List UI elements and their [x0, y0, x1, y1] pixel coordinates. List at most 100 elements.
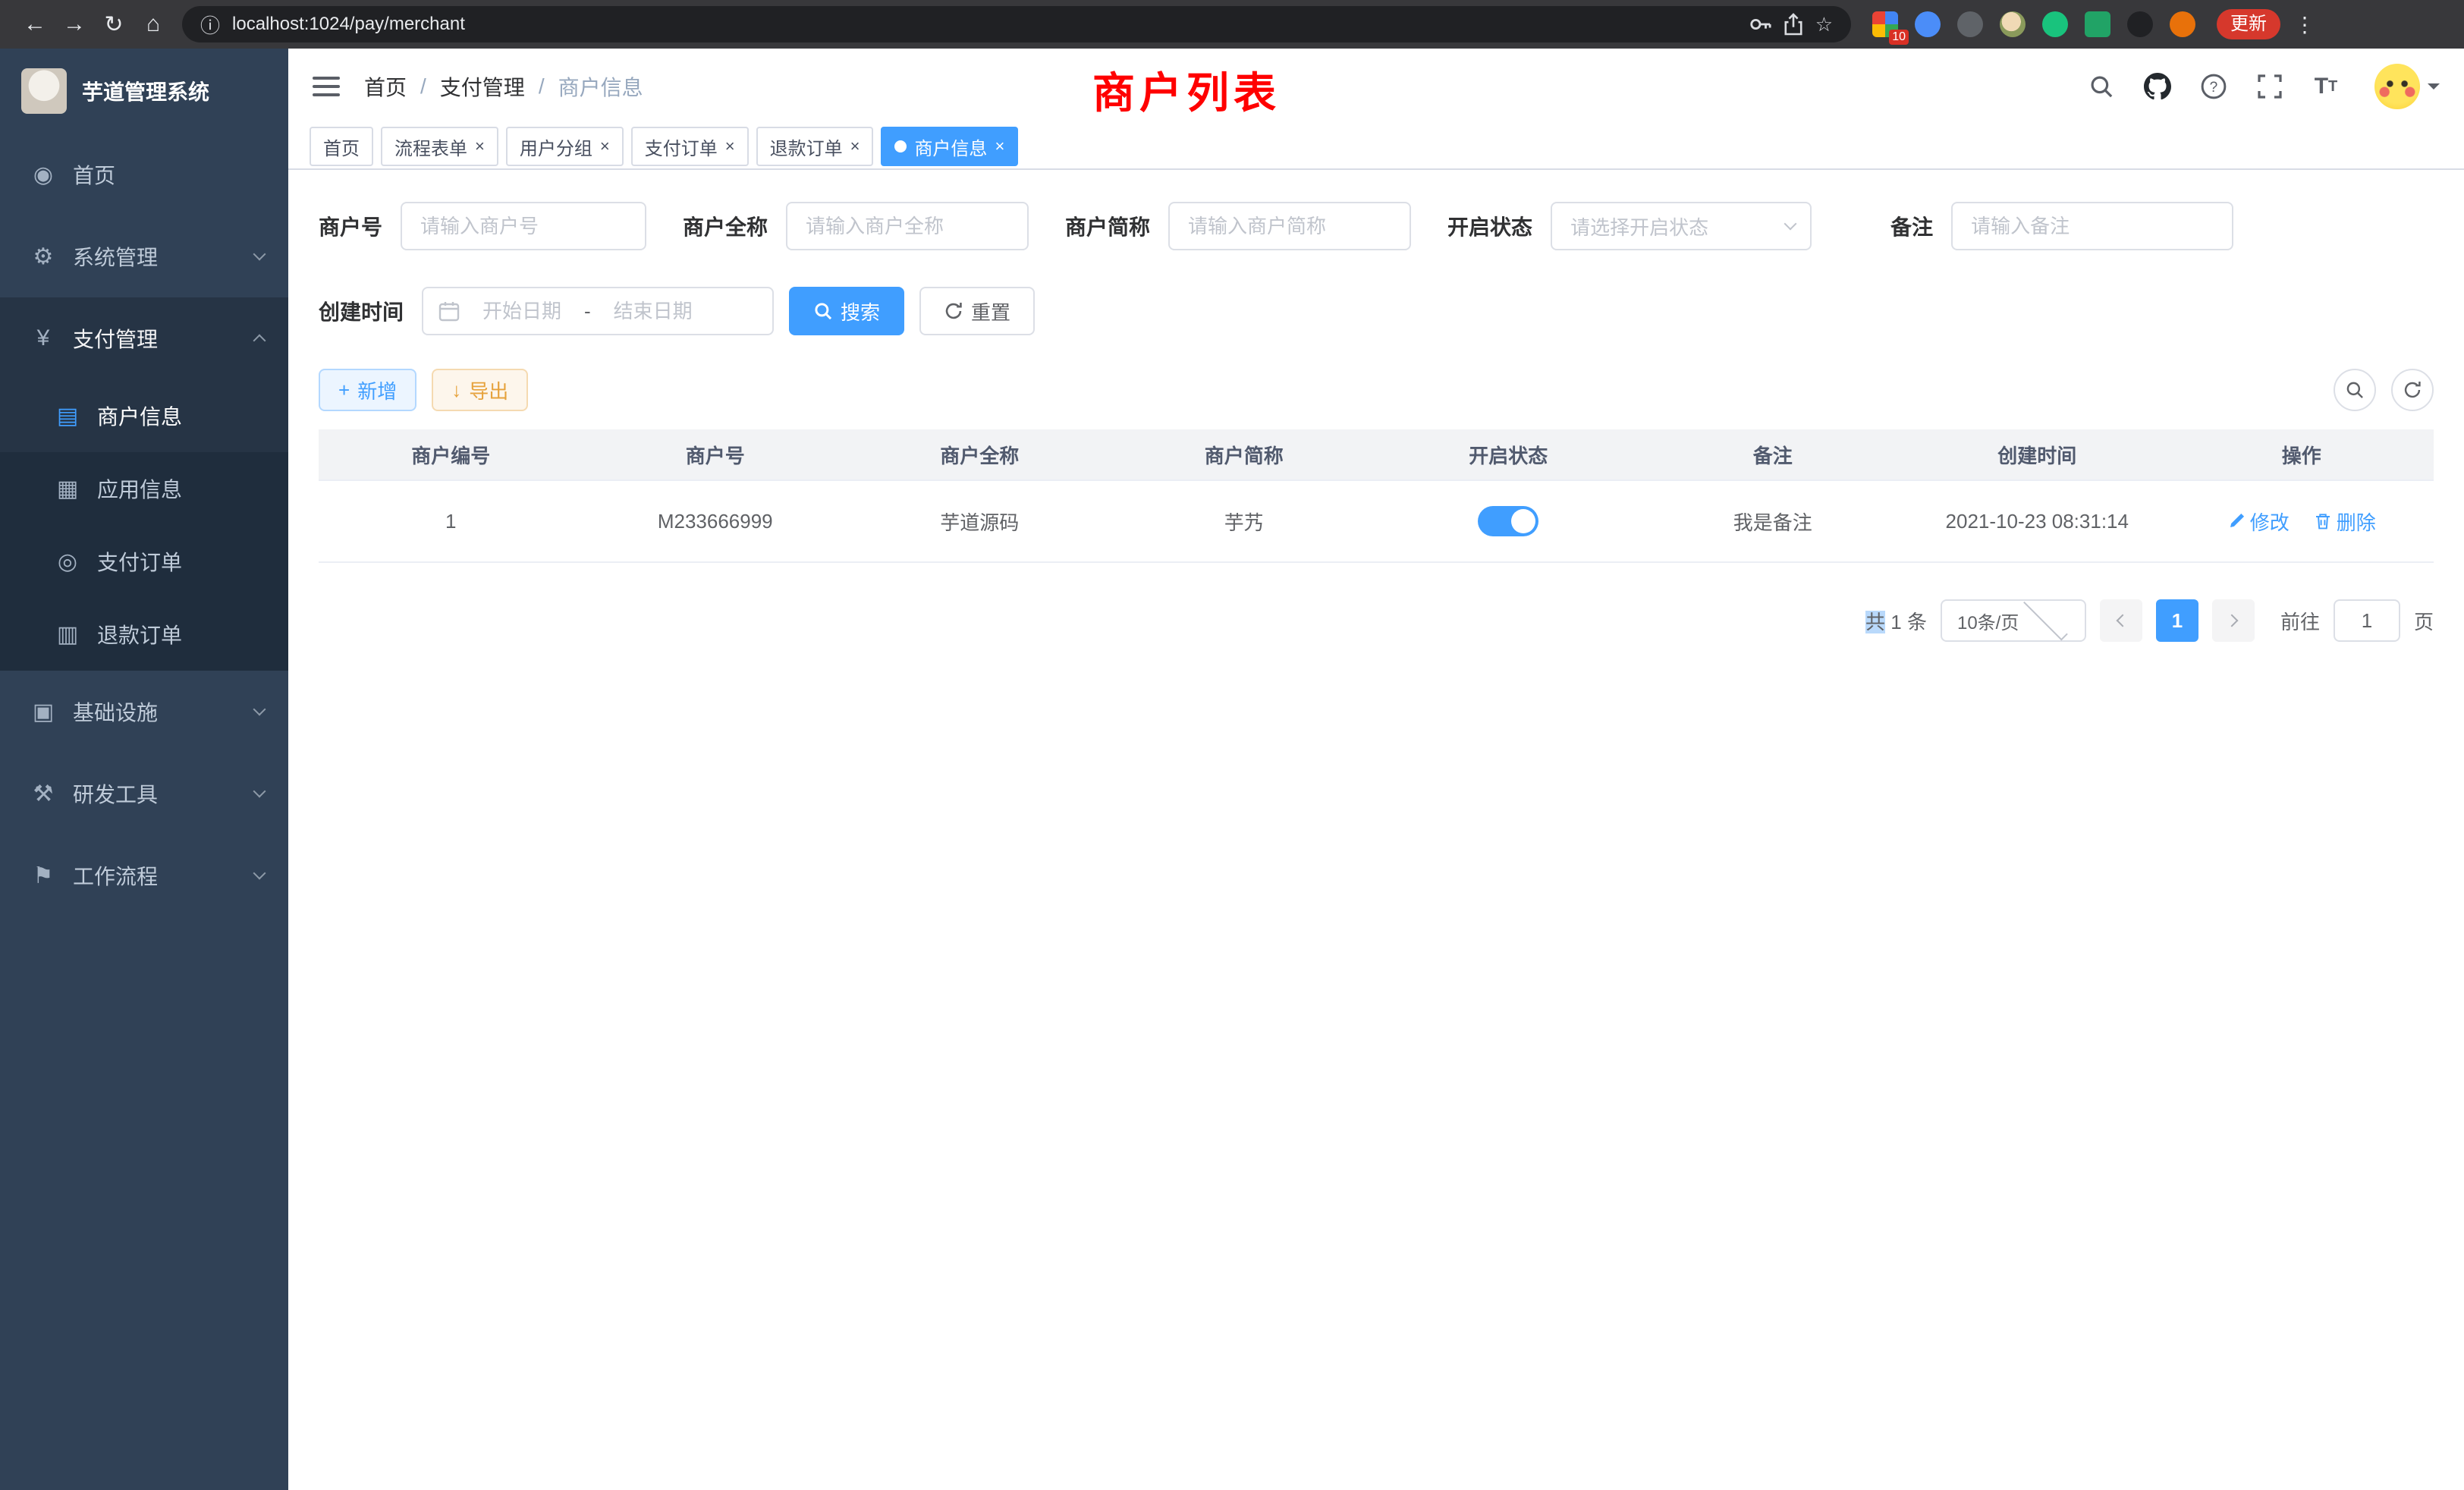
browser-update-button[interactable]: 更新 — [2217, 9, 2280, 39]
reset-button[interactable]: 重置 — [919, 287, 1035, 335]
download-icon: ↓ — [451, 380, 461, 400]
browser-address-bar[interactable]: ⓘ localhost:1024/pay/merchant ☆ — [182, 6, 1851, 42]
browser-forward-button[interactable]: → — [55, 5, 94, 44]
sidebar-item-infrastructure[interactable]: ▣ 基础设施 — [0, 671, 288, 753]
sidebar-item-home[interactable]: ◉ 首页 — [0, 134, 288, 215]
sidebar-item-workflow[interactable]: ⚑ 工作流程 — [0, 835, 288, 916]
share-icon[interactable] — [1784, 13, 1803, 36]
col-header-status: 开启状态 — [1376, 441, 1641, 469]
extension-icon-pin[interactable] — [2127, 11, 2153, 37]
pagination-total-suffix: 条 — [1907, 611, 1927, 633]
col-header-actions: 操作 — [2170, 441, 2434, 469]
sidebar-collapse-icon[interactable] — [313, 77, 340, 96]
sidebar-item-merchant-info[interactable]: ▤ 商户信息 — [0, 379, 288, 452]
close-icon[interactable]: × — [995, 138, 1004, 155]
tab-refund-order[interactable]: 退款订单 × — [756, 127, 874, 166]
table-toolbar: + 新增 ↓ 导出 — [319, 369, 2434, 411]
tab-label: 退款订单 — [770, 134, 843, 160]
calendar-icon — [438, 300, 460, 322]
tab-merchant-info[interactable]: 商户信息 × — [881, 127, 1018, 166]
sidebar-item-app-info[interactable]: ▦ 应用信息 — [0, 452, 288, 525]
browser-reload-button[interactable]: ↻ — [94, 5, 134, 44]
search-button[interactable]: 搜索 — [789, 287, 904, 335]
help-icon[interactable]: ? — [2198, 71, 2229, 102]
tab-home[interactable]: 首页 — [310, 127, 373, 166]
fullscreen-icon[interactable] — [2255, 71, 2285, 102]
tab-user-group[interactable]: 用户分组 × — [506, 127, 624, 166]
user-menu[interactable] — [2374, 64, 2440, 109]
tab-process-form[interactable]: 流程表单 × — [381, 127, 498, 166]
add-button[interactable]: + 新增 — [319, 369, 416, 411]
breadcrumb-home[interactable]: 首页 — [364, 71, 407, 102]
delete-link-label: 删除 — [2337, 508, 2376, 536]
prev-page-button[interactable] — [2100, 599, 2142, 642]
tab-pay-order[interactable]: 支付订单 × — [631, 127, 749, 166]
sidebar-item-payment[interactable]: ¥ 支付管理 — [0, 297, 288, 379]
edit-link[interactable]: 修改 — [2227, 508, 2290, 536]
tab-label: 商户信息 — [914, 134, 987, 160]
full-name-input[interactable] — [786, 202, 1029, 250]
page-number-button[interactable]: 1 — [2156, 599, 2198, 642]
export-button[interactable]: ↓ 导出 — [432, 369, 528, 411]
refresh-button[interactable] — [2391, 369, 2434, 411]
sidebar-item-system[interactable]: ⚙ 系统管理 — [0, 215, 288, 297]
close-icon[interactable]: × — [475, 138, 485, 155]
github-icon[interactable] — [2142, 71, 2173, 102]
sidebar-item-devtools[interactable]: ⚒ 研发工具 — [0, 753, 288, 835]
browser-menu-icon[interactable]: ⋮ — [2294, 12, 2315, 37]
plus-icon: + — [338, 380, 350, 400]
breadcrumb-payment[interactable]: 支付管理 — [440, 71, 525, 102]
bookmark-star-icon[interactable]: ☆ — [1815, 13, 1833, 36]
password-key-icon[interactable] — [1749, 13, 1771, 36]
breadcrumb-separator: / — [539, 74, 545, 99]
close-icon[interactable]: × — [600, 138, 610, 155]
merchant-no-label: 商户号 — [319, 211, 382, 241]
delete-link[interactable]: 删除 — [2314, 508, 2376, 536]
extension-icon-dark-sphere[interactable] — [1957, 11, 1983, 37]
browser-profile-avatar[interactable] — [2170, 11, 2195, 37]
browser-home-button[interactable]: ⌂ — [134, 5, 173, 44]
chevron-down-icon — [2428, 83, 2440, 96]
page-size-select[interactable]: 10条/页 — [1941, 599, 2086, 642]
extension-icon-green-square[interactable] — [2085, 11, 2110, 37]
remark-input[interactable] — [1951, 202, 2233, 250]
sidebar-item-refund-order[interactable]: ▥ 退款订单 — [0, 598, 288, 671]
merchant-no-input[interactable] — [401, 202, 646, 250]
cell-merchant-id: 1 — [319, 510, 583, 533]
search-icon[interactable] — [2086, 71, 2117, 102]
browser-back-button[interactable]: ← — [15, 5, 55, 44]
date-separator: - — [584, 300, 591, 323]
date-range-picker[interactable]: - — [422, 287, 774, 335]
date-end-input[interactable] — [599, 300, 708, 323]
breadcrumb: 首页 / 支付管理 / 商户信息 — [364, 71, 643, 102]
extension-icon-blue-drop[interactable] — [1915, 11, 1941, 37]
svg-text:?: ? — [2210, 80, 2218, 96]
extension-icon-green-circle[interactable] — [2042, 11, 2068, 37]
tab-label: 支付订单 — [645, 134, 718, 160]
cell-status — [1376, 506, 1641, 536]
extension-icon-avatar[interactable] — [2000, 11, 2026, 37]
date-start-input[interactable] — [467, 300, 577, 323]
font-size-icon[interactable]: TT — [2311, 71, 2341, 102]
chevron-left-icon — [2116, 615, 2129, 627]
toggle-search-button[interactable] — [2334, 369, 2376, 411]
sidebar-item-pay-order[interactable]: ◎ 支付订单 — [0, 525, 288, 598]
status-select[interactable]: 请选择开启状态 — [1551, 202, 1812, 250]
short-name-input[interactable] — [1168, 202, 1411, 250]
gear-icon: ⚙ — [30, 244, 56, 270]
chevron-down-icon — [253, 703, 266, 716]
close-icon[interactable]: × — [725, 138, 735, 155]
next-page-button[interactable] — [2212, 599, 2255, 642]
close-icon[interactable]: × — [850, 138, 860, 155]
col-header-remark: 备注 — [1641, 441, 1906, 469]
sidebar-item-label: 支付管理 — [73, 323, 158, 354]
logo-image — [21, 68, 67, 114]
app-logo[interactable]: 芋道管理系统 — [0, 49, 288, 134]
chevron-up-icon — [253, 335, 266, 347]
status-toggle[interactable] — [1478, 506, 1538, 536]
sidebar-item-label: 系统管理 — [73, 241, 158, 272]
goto-page-input[interactable] — [2334, 599, 2400, 642]
site-info-icon[interactable]: ⓘ — [200, 11, 220, 39]
tools-icon: ⚒ — [30, 781, 56, 807]
extensions-grid-icon[interactable]: 10 — [1872, 11, 1898, 37]
